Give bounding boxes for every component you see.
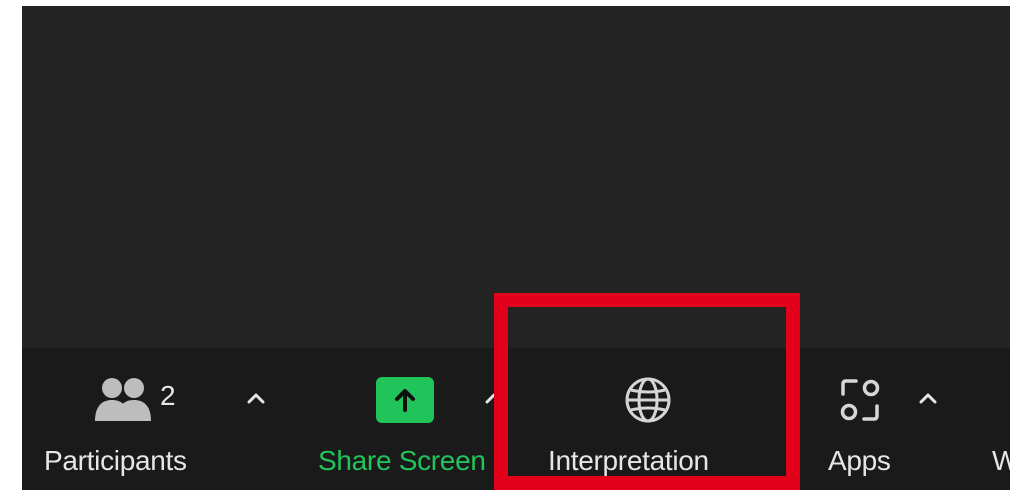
video-stage	[22, 6, 1010, 348]
next-toolbar-label: W	[992, 445, 1010, 476]
participants-options-chevron-up-icon[interactable]	[242, 384, 270, 412]
apps-options-chevron-up-icon[interactable]	[914, 384, 942, 412]
apps-label: Apps	[828, 445, 891, 476]
interpretation-label: Interpretation	[548, 445, 709, 476]
apps-icon	[832, 372, 888, 428]
interpretation-button[interactable]: Interpretation	[518, 348, 788, 490]
meeting-window: 2 Participants Share Screen Interpretati…	[22, 6, 1010, 490]
globe-icon	[620, 372, 676, 428]
people-icon	[92, 372, 156, 428]
window-edge	[1010, 6, 1022, 490]
share-screen-icon	[376, 372, 434, 428]
participants-label: Participants	[44, 445, 187, 476]
arrow-up-icon	[376, 377, 434, 423]
next-toolbar-button[interactable]: W	[982, 348, 1010, 490]
share-screen-label: Share Screen	[318, 445, 486, 476]
share-screen-options-chevron-up-icon[interactable]	[480, 384, 508, 412]
participant-count: 2	[160, 380, 176, 411]
meeting-toolbar: 2 Participants Share Screen Interpretati…	[22, 348, 1010, 490]
participants-button[interactable]: 2 Participants	[36, 348, 236, 490]
apps-button[interactable]: Apps	[818, 348, 908, 490]
share-screen-button[interactable]: Share Screen	[312, 348, 502, 490]
